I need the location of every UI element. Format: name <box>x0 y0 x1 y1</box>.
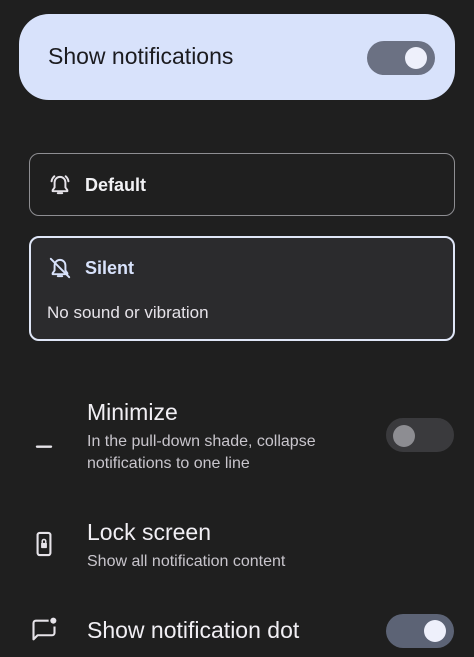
minimize-description: In the pull-down shade, collapse notific… <box>87 433 316 472</box>
default-option[interactable]: Default <box>29 153 455 216</box>
lock-screen-title: Lock screen <box>87 519 212 545</box>
minimize-switch[interactable] <box>386 418 454 452</box>
silent-option-label: Silent <box>85 258 135 278</box>
silent-option-description: No sound or vibration <box>47 303 209 322</box>
show-notifications-switch[interactable] <box>367 41 435 75</box>
notification-dot-icon <box>32 617 57 641</box>
bell-ringing-icon <box>50 175 70 195</box>
notification-settings-screen: Show notifications Default Silent No sou… <box>0 0 474 657</box>
silent-option[interactable]: Silent No sound or vibration <box>29 236 455 341</box>
switch-thumb <box>424 620 446 642</box>
show-notifications-card[interactable]: Show notifications <box>19 14 455 100</box>
notification-dot-switch[interactable] <box>386 614 454 648</box>
switch-thumb <box>393 425 415 447</box>
switch-thumb <box>405 47 427 69</box>
lock-screen-phone-icon <box>36 531 52 557</box>
minimize-title: Minimize <box>87 399 178 425</box>
minus-icon <box>35 445 53 448</box>
notification-dot-title: Show notification dot <box>87 617 300 643</box>
bell-off-icon <box>49 257 71 279</box>
show-notifications-label: Show notifications <box>48 43 234 69</box>
default-option-label: Default <box>85 175 147 195</box>
lock-screen-description: Show all notification content <box>87 553 286 570</box>
